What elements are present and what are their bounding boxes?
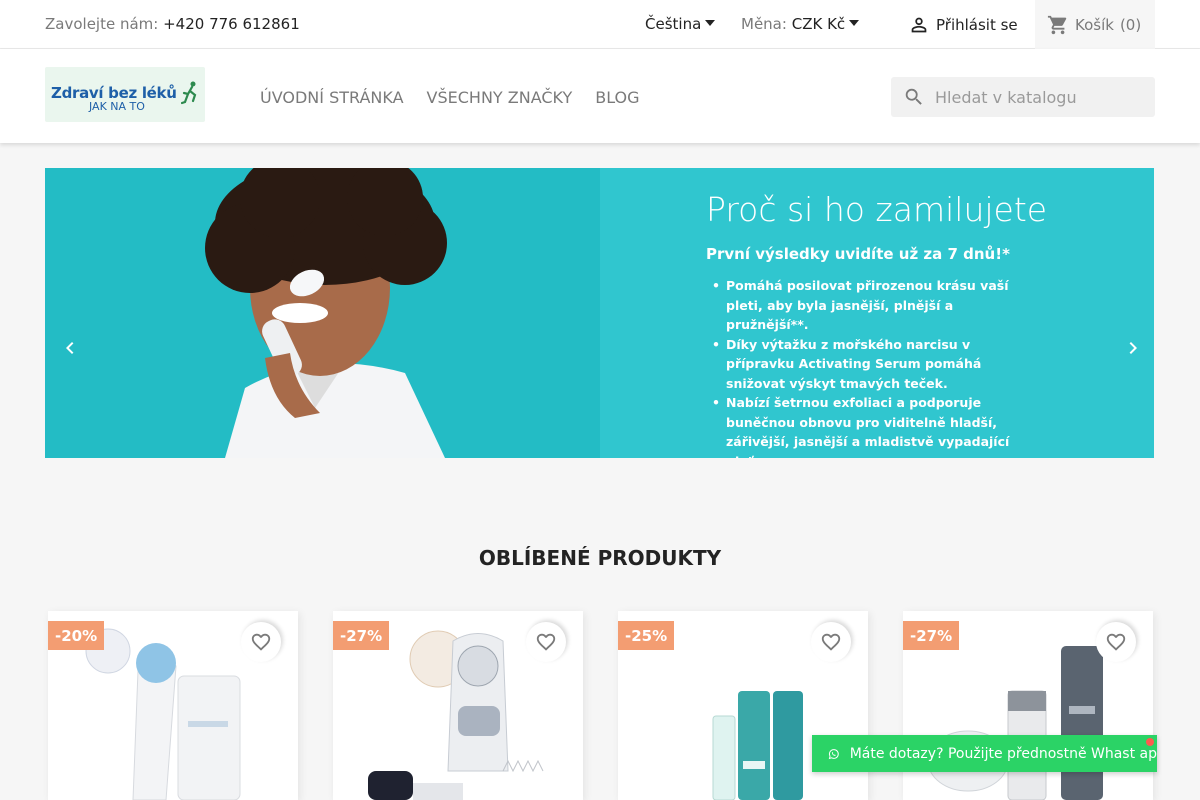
language-selector[interactable]: Čeština: [645, 15, 716, 33]
currency-value: CZK Kč: [791, 15, 846, 33]
currency-selector[interactable]: Měna: CZK Kč: [741, 15, 860, 33]
cart-count: (0): [1119, 15, 1142, 34]
site-logo[interactable]: Zdraví bez léků JAK NA TO: [45, 67, 205, 122]
wishlist-button[interactable]: [1096, 622, 1136, 662]
whatsapp-text: Máte dotazy? Použijte přednostně Whast a…: [849, 745, 1157, 762]
search-icon[interactable]: [903, 86, 925, 108]
wishlist-button[interactable]: [526, 622, 566, 662]
slide-image: [45, 168, 600, 458]
product-card[interactable]: -27%: [333, 611, 583, 800]
discount-badge: -27%: [903, 621, 960, 650]
slide-subtitle: První výsledky uvidíte už za 7 dnů!*: [706, 245, 1010, 263]
main-nav: Úvodní stránka Všechny značky Blog: [260, 88, 640, 107]
phone-link[interactable]: +420 776 612861: [163, 15, 300, 33]
signin-label: Přihlásit se: [936, 16, 1018, 34]
discount-badge: -27%: [333, 621, 390, 650]
top-bar: Zavolejte nám: +420 776 612861 Čeština M…: [0, 0, 1200, 49]
notification-dot: [1146, 738, 1154, 746]
woman-with-device-illustration: [45, 168, 600, 458]
heart-icon: [1106, 633, 1126, 651]
chevron-left-icon: [66, 342, 74, 354]
heart-icon: [821, 633, 841, 651]
search-box: [891, 77, 1155, 117]
language-value: Čeština: [645, 15, 702, 33]
chevron-right-icon: [1129, 342, 1137, 354]
currency-label: Měna:: [741, 15, 787, 33]
signin-link[interactable]: Přihlásit se: [908, 14, 1018, 36]
slide-bullet: Nabízí šetrnou exfoliaci a podporuje bun…: [712, 393, 1032, 458]
user-icon: [911, 17, 927, 33]
discount-badge: -25%: [618, 621, 675, 650]
nav-blog[interactable]: Blog: [595, 88, 639, 107]
cart-button[interactable]: Košík (0): [1035, 0, 1155, 49]
whatsapp-icon: [828, 748, 839, 759]
slider-next-button[interactable]: [1118, 333, 1148, 363]
main-header: Zdraví bez léků JAK NA TO Úvodní stránka…: [0, 49, 1200, 143]
discount-badge: -20%: [48, 621, 105, 650]
hero-slider: Proč si ho zamilujete První výsledky uvi…: [45, 168, 1154, 458]
nav-home[interactable]: Úvodní stránka: [260, 88, 404, 107]
heart-icon: [251, 633, 271, 651]
product-card[interactable]: -20%: [48, 611, 298, 800]
slide-bullet: Díky výtažku z mořského narcisu v přípra…: [712, 335, 1032, 394]
nav-brands[interactable]: Všechny značky: [427, 88, 573, 107]
wishlist-button[interactable]: [811, 622, 851, 662]
logo-tagline: JAK NA TO: [89, 100, 145, 113]
featured-products-title: Oblíbené produkty: [478, 546, 722, 570]
slide-title: Proč si ho zamilujete: [706, 190, 1048, 229]
contact-label: Zavolejte nám:: [45, 15, 159, 33]
cart-icon: [1047, 15, 1067, 34]
heart-icon: [536, 633, 556, 651]
cart-label: Košík: [1075, 15, 1114, 34]
search-input[interactable]: [935, 87, 1145, 107]
runner-icon: [181, 81, 197, 105]
slide-bullet: Pomáhá posilovat přirozenou krásu vaší p…: [712, 276, 1032, 335]
caret-down-icon: [705, 20, 716, 26]
wishlist-button[interactable]: [241, 622, 281, 662]
slider-prev-button[interactable]: [55, 333, 85, 363]
contact-info: Zavolejte nám: +420 776 612861: [45, 15, 300, 33]
slide-text-panel: Proč si ho zamilujete První výsledky uvi…: [600, 168, 1154, 458]
slide-bullets: Pomáhá posilovat přirozenou krásu vaší p…: [712, 276, 1032, 458]
whatsapp-chat-button[interactable]: Máte dotazy? Použijte přednostně Whast a…: [812, 735, 1157, 772]
caret-down-icon: [849, 20, 860, 26]
